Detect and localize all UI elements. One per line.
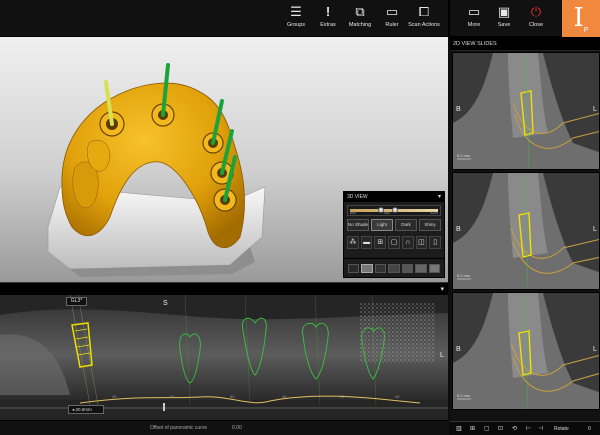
slider-mid-label: 960 — [384, 211, 390, 215]
shade-mode-group: No Shade Light Dark Shiny — [347, 219, 441, 231]
offset-value[interactable]: 0.00 — [232, 421, 242, 435]
2d-view-slides-title: 2D VIEW SLIDES — [450, 37, 600, 51]
slice-2-scale: 5.0 mm — [457, 273, 471, 278]
power-icon: ⏻ — [530, 4, 542, 19]
slider-min-label: 850 — [350, 211, 356, 215]
3d-view-header[interactable]: 3D VIEW ▾ — [344, 192, 444, 202]
swatch-6[interactable] — [415, 264, 427, 273]
panoramic-s-label: S — [163, 300, 168, 307]
slice-view-2[interactable]: B L 5.0 mm — [452, 172, 600, 290]
swatch-5[interactable] — [401, 264, 414, 273]
shade-dark-button[interactable]: Dark — [395, 219, 417, 231]
arch-icon[interactable]: ∩ — [401, 236, 414, 249]
2d-view-slides-panel: 2D VIEW SLIDES B L 5.0 mm B L 5.0 mm B L… — [450, 37, 600, 435]
frame-icon[interactable]: ▢ — [388, 236, 400, 249]
panel-icon[interactable]: ▬ — [360, 236, 373, 249]
slice-1-l-label: L — [593, 106, 597, 113]
ruler-mark-6: 40 — [395, 394, 400, 399]
scale-label: 20.0mm — [75, 407, 92, 412]
shade-no-shade-button[interactable]: No Shade — [347, 219, 369, 231]
app-logo: IP — [562, 0, 600, 37]
slice-3-l-label: L — [593, 346, 597, 353]
slice-3-scale: 5.0 mm — [457, 393, 471, 398]
toolbar-divider — [448, 0, 450, 37]
slice-view-1[interactable]: B L 5.0 mm — [452, 52, 600, 170]
swatch-7[interactable] — [428, 264, 440, 273]
cluster-icon[interactable]: ⁂ — [347, 236, 359, 249]
slice-2-l-label: L — [593, 226, 597, 233]
slice-2-b-label: B — [456, 226, 461, 233]
tooth-tag-label[interactable]: GL3* — [66, 297, 87, 306]
slice-render-3: B L 5.0 mm — [453, 293, 599, 409]
slider-knob-right[interactable] — [392, 207, 398, 213]
slice-view-3[interactable]: B L 5.0 mm — [452, 292, 600, 410]
ruler-mark-3: 80 — [230, 394, 235, 399]
swatch-3[interactable] — [374, 264, 387, 273]
scan-icon: ⧠ — [418, 4, 430, 19]
scan-actions-label: Scan Actions — [408, 22, 440, 28]
window-icon[interactable]: ▢ — [484, 422, 490, 435]
fit-icon[interactable]: ⊡ — [498, 422, 503, 435]
chevron-down-icon[interactable]: ▾ — [438, 192, 441, 202]
slice-3-b-label: B — [456, 346, 461, 353]
close-label: Close — [528, 22, 544, 28]
grid-icon[interactable]: ⊞ — [374, 236, 387, 249]
panoramic-scan-render: S L 40 60 80 40 20 40 — [0, 295, 448, 420]
ruler-mark-5: 20 — [340, 394, 345, 399]
slice-render-1: B L 5.0 mm — [453, 53, 599, 169]
view-tools-row: ⁂ ▬ ⊞ ▢ ∩ ◫ ▯ — [347, 236, 442, 249]
window-level-slider[interactable]: 850 960 3250 — [347, 205, 441, 216]
slice-1-b-label: B — [456, 106, 461, 113]
grid-icon[interactable]: ⊞ — [470, 422, 475, 435]
panoramic-footer: Offset of panoramic curve 0.00 — [0, 420, 448, 435]
panoramic-view[interactable]: S L 40 60 80 40 20 40 GL3* ◂ 20.0mm — [0, 295, 448, 420]
close-button[interactable]: ⏻ Close — [516, 3, 556, 35]
color-swatches — [343, 258, 445, 278]
cube-icon[interactable]: ◫ — [415, 236, 428, 249]
panoramic-header: ▾ — [0, 282, 448, 295]
scale-bar: ◂ 20.0mm — [68, 405, 104, 414]
doc-icon[interactable]: ▯ — [429, 236, 442, 249]
slider-max-label: 3250 — [430, 211, 438, 215]
panoramic-l-label: L — [440, 352, 444, 359]
ruler-mark-2: 60 — [170, 394, 175, 399]
ruler-mark-1: 40 — [112, 394, 117, 399]
rotate-icon[interactable]: ⊣ — [538, 422, 543, 435]
top-toolbar: ☰ Groups ! Extras ⧉ Matching ▭ Ruler ⧠ S… — [0, 0, 600, 37]
rotate-value[interactable]: 0 — [588, 422, 591, 435]
layout-icon[interactable]: ▥ — [456, 422, 462, 435]
scan-actions-button[interactable]: ⧠ Scan Actions — [404, 3, 444, 35]
swatch-4[interactable] — [388, 264, 400, 273]
shade-shiny-button[interactable]: Shiny — [419, 219, 441, 231]
reset-icon[interactable]: ⟲ — [512, 422, 517, 435]
swatch-2[interactable] — [361, 264, 373, 273]
offset-label: Offset of panoramic curve — [150, 425, 208, 431]
panoramic-cursor[interactable] — [163, 403, 165, 411]
split-icon[interactable]: ⊢ — [526, 422, 531, 435]
app-window: ☰ Groups ! Extras ⧉ Matching ▭ Ruler ⧠ S… — [0, 0, 600, 435]
rotate-label: Rotate — [554, 426, 569, 432]
swatch-1[interactable] — [348, 264, 360, 273]
slice-render-2: B L 5.0 mm — [453, 173, 599, 289]
slides-footer: ▥ ⊞ ▢ ⊡ ⟲ ⊢ ⊣ Rotate 0 — [450, 421, 600, 435]
slice-1-scale: 5.0 mm — [457, 153, 471, 158]
scale-left-icon: ◂ — [72, 407, 75, 412]
3d-view-title: 3D VIEW — [347, 194, 368, 200]
ruler-mark-4: 40 — [282, 394, 287, 399]
shade-light-button[interactable]: Light — [371, 219, 393, 231]
